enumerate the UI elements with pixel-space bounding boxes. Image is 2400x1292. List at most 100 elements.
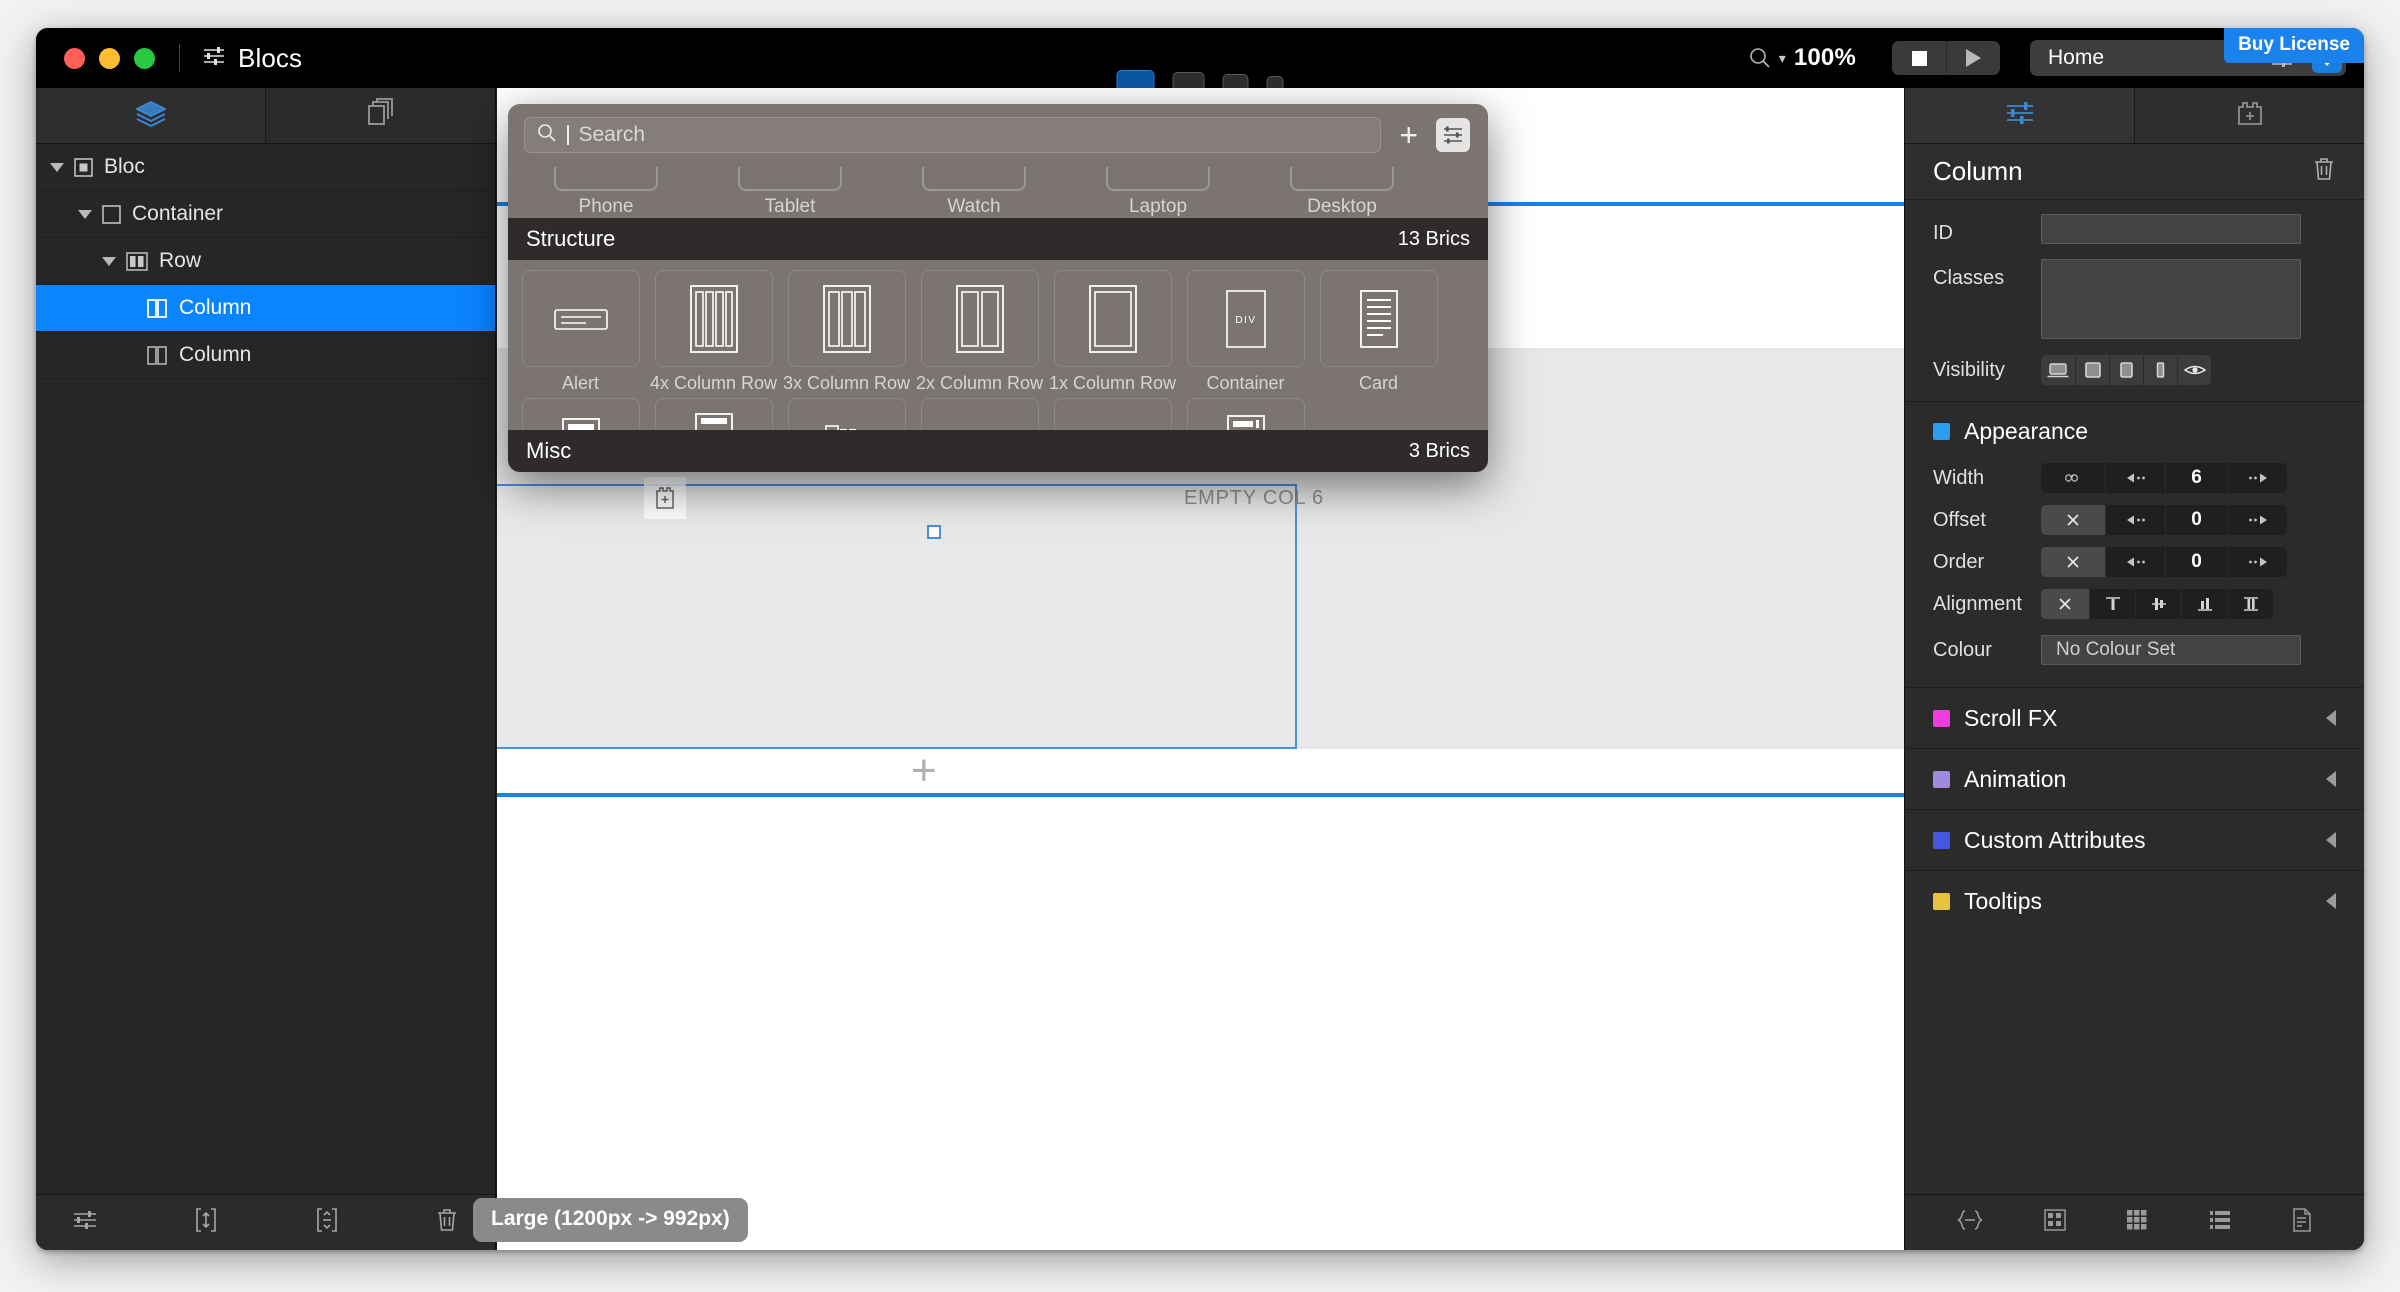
misc-group-header[interactable]: Misc 3 Brics [508, 430, 1488, 472]
appearance-section-header[interactable]: Appearance [1905, 402, 2364, 457]
collapse-arrow-icon[interactable] [2326, 832, 2336, 848]
bric-item[interactable]: 1x Column Row [1046, 270, 1179, 394]
device-category-phone[interactable]: Phone [514, 167, 698, 218]
list-icon[interactable] [2207, 1208, 2233, 1237]
section-animation[interactable]: Animation [1905, 748, 2364, 809]
chevron-down-icon[interactable]: ▾ [1779, 51, 1786, 65]
bric-item[interactable]: Alert [514, 270, 647, 394]
visibility-eye-button[interactable] [2177, 355, 2211, 385]
alignment-top-button[interactable] [2089, 589, 2135, 619]
collapse-arrow-icon[interactable] [2326, 771, 2336, 787]
zoom-button[interactable] [134, 47, 155, 69]
visibility-tablet-landscape-button[interactable] [2075, 355, 2109, 385]
disclosure-triangle-icon[interactable] [78, 209, 92, 219]
minimize-button[interactable] [99, 47, 120, 69]
collapse-arrow-icon[interactable] [2326, 893, 2336, 909]
buy-license-button[interactable]: Buy License [2224, 28, 2364, 63]
device-category-laptop[interactable]: Laptop [1066, 167, 1250, 218]
tree-row[interactable]: Bloc [36, 144, 495, 191]
offset-value[interactable]: 0 [2165, 505, 2227, 535]
width-decrease-button[interactable] [2105, 463, 2165, 493]
alignment-middle-button[interactable] [2135, 589, 2181, 619]
grid-icon[interactable] [2124, 1208, 2150, 1237]
sidebar-item-layer-tree[interactable] [36, 88, 265, 143]
width-auto-button[interactable] [2041, 463, 2105, 493]
device-desktop-button[interactable] [1116, 70, 1155, 88]
bric-item[interactable]: Card [1312, 270, 1445, 394]
alignment-clear-button[interactable] [2041, 589, 2089, 619]
visibility-laptop-button[interactable] [2041, 355, 2075, 385]
device-phone-button[interactable] [1266, 76, 1284, 88]
section-swatch [1933, 709, 1950, 727]
alignment-bottom-button[interactable] [2181, 589, 2227, 619]
offset-increase-button[interactable] [2227, 505, 2287, 535]
code-icon[interactable] [1955, 1208, 1985, 1237]
offset-clear-button[interactable] [2041, 505, 2105, 535]
visibility-phone-button[interactable] [2143, 355, 2177, 385]
collapse-arrow-icon[interactable] [2326, 710, 2336, 726]
bric-item[interactable]: 2x Column Row [913, 270, 1046, 394]
add-brick-button[interactable] [644, 477, 686, 519]
bric-label: 1x Column Row [1048, 373, 1177, 393]
classes-input[interactable] [2041, 259, 2301, 339]
order-decrease-button[interactable] [2105, 547, 2165, 577]
bric-item[interactable]: 3x Column Row [780, 270, 913, 394]
device-category-desktop[interactable]: Desktop [1250, 167, 1434, 218]
insert-between-icon[interactable] [315, 1207, 339, 1238]
add-bloc-button[interactable]: + [911, 749, 937, 793]
preview-button[interactable] [1946, 41, 2000, 75]
zoom-control[interactable]: ▾ 100% [1749, 44, 1856, 72]
tree-row[interactable]: Column [36, 285, 495, 332]
order-value[interactable]: 0 [2165, 547, 2227, 577]
disclosure-triangle-icon[interactable] [102, 256, 116, 266]
device-category-tablet[interactable]: Tablet [698, 167, 882, 218]
trash-icon[interactable] [2312, 156, 2336, 187]
width-increase-button[interactable] [2227, 463, 2287, 493]
document-icon[interactable] [2290, 1207, 2314, 1238]
sidebar-item-pages[interactable] [265, 88, 495, 143]
tab-inspector[interactable] [1905, 88, 2134, 143]
trash-icon[interactable] [435, 1207, 459, 1238]
alignment-stretch-button[interactable] [2227, 589, 2273, 619]
split-vertical-icon[interactable] [194, 1207, 218, 1238]
tree-row[interactable]: Container [36, 191, 495, 238]
order-clear-button[interactable] [2041, 547, 2105, 577]
device-laptop-button[interactable] [1172, 72, 1205, 88]
order-increase-button[interactable] [2227, 547, 2287, 577]
visibility-tablet-portrait-button[interactable] [2109, 355, 2143, 385]
id-input[interactable] [2041, 214, 2301, 244]
bric-item[interactable]: DIV Container [1179, 270, 1312, 394]
layer-tree: Bloc Container Row Column Column [36, 144, 495, 379]
section-custom-attributes[interactable]: Custom Attributes [1905, 809, 2364, 870]
bric-label: Container [1206, 373, 1285, 393]
bric-options-button[interactable] [1436, 118, 1470, 152]
tree-row[interactable]: Column [36, 332, 495, 379]
colour-picker[interactable]: No Colour Set [2041, 635, 2301, 665]
device-size-switcher [1116, 28, 1284, 88]
bric-item[interactable]: 4x Column Row [647, 270, 780, 394]
search-icon[interactable] [1749, 47, 1771, 69]
column-icon [146, 298, 168, 318]
section-tooltips[interactable]: Tooltips [1905, 870, 2364, 931]
section-scroll-fx[interactable]: Scroll FX [1905, 687, 2364, 748]
add-bric-button[interactable]: + [1395, 119, 1422, 151]
grid-small-icon[interactable] [2042, 1208, 2068, 1237]
selected-column-outline[interactable] [497, 484, 1297, 749]
structure-group-header[interactable]: Structure 13 Brics [508, 218, 1488, 260]
tree-row[interactable]: Row [36, 238, 495, 285]
eye-icon [2183, 365, 2206, 375]
width-value[interactable]: 6 [2165, 463, 2227, 493]
search-input[interactable]: Search [524, 117, 1382, 153]
close-button[interactable] [64, 47, 85, 69]
offset-decrease-button[interactable] [2105, 505, 2165, 535]
resize-handle-right[interactable] [927, 525, 941, 539]
sliders-icon[interactable] [72, 1209, 98, 1236]
bloc-icon [74, 157, 93, 177]
device-tablet-button[interactable] [1222, 74, 1249, 88]
disclosure-triangle-icon[interactable] [50, 162, 64, 172]
device-category-watch[interactable]: Watch [882, 167, 1066, 218]
stop-button[interactable] [1892, 41, 1946, 75]
tab-assets[interactable] [2134, 88, 2364, 143]
page-name: Home [2048, 46, 2105, 69]
bric-picker-modal[interactable]: Search + Phone Tablet Watch Laptop Deskt… [508, 104, 1488, 472]
